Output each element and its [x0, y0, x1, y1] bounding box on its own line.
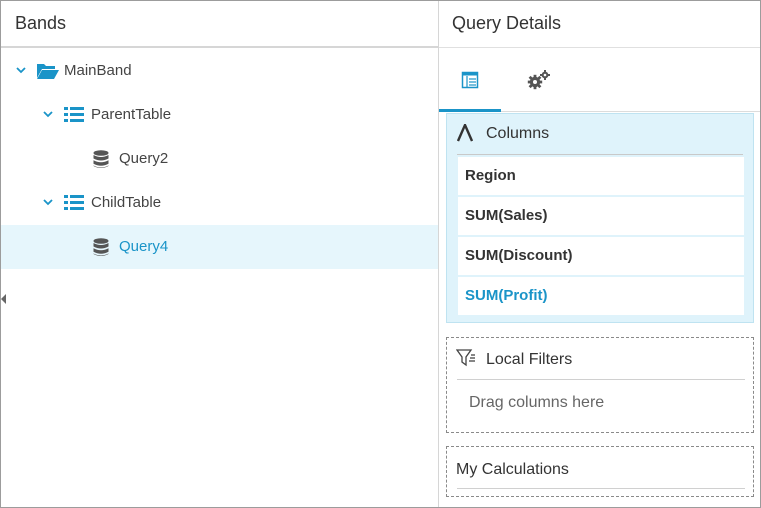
- column-item-sum-discount[interactable]: SUM(Discount): [458, 237, 744, 275]
- divider: [457, 154, 743, 155]
- tab-bar: [439, 48, 760, 112]
- filter-icon: [456, 349, 475, 367]
- bands-panel: Bands MainBand ParentTable Query2 ChildT…: [1, 1, 438, 507]
- tree-item-label: Query4: [119, 238, 169, 255]
- tree-item-parenttable[interactable]: ParentTable: [1, 93, 438, 137]
- local-filters-header: Local Filters: [447, 338, 753, 380]
- gears-icon: [527, 69, 550, 89]
- text-a-icon: [457, 124, 473, 142]
- database-icon: [93, 150, 109, 168]
- tab-settings[interactable]: [508, 48, 570, 111]
- divider: [457, 379, 745, 380]
- chevron-down-icon[interactable]: [15, 64, 27, 76]
- local-filters-section[interactable]: Local Filters Drag columns here: [446, 337, 754, 433]
- column-item-region[interactable]: Region: [458, 157, 744, 195]
- tab-query-fields[interactable]: [439, 48, 501, 112]
- table-list-icon: [64, 107, 84, 122]
- query-details-title: Query Details: [439, 1, 760, 48]
- tree-item-query4[interactable]: Query4: [1, 225, 438, 269]
- columns-title: Columns: [486, 125, 550, 142]
- folder-open-icon: [37, 64, 59, 79]
- column-item-sum-profit[interactable]: SUM(Profit): [458, 277, 744, 315]
- query-table-icon: [461, 71, 479, 88]
- my-calculations-title: My Calculations: [456, 461, 569, 478]
- my-calculations-header: My Calculations: [447, 447, 753, 489]
- local-filters-title: Local Filters: [486, 351, 573, 368]
- query-details-panel: Query Details Columns Region SUM(Sales) …: [439, 1, 760, 507]
- columns-section: Columns Region SUM(Sales) SUM(Discount) …: [446, 113, 754, 323]
- my-calculations-section[interactable]: My Calculations: [446, 446, 754, 497]
- bands-title: Bands: [1, 1, 438, 48]
- column-item-sum-sales[interactable]: SUM(Sales): [458, 197, 744, 235]
- divider: [457, 488, 745, 489]
- tree-item-label: Query2: [119, 150, 169, 167]
- tree-item-query2[interactable]: Query2: [1, 137, 438, 181]
- tree-item-childtable[interactable]: ChildTable: [1, 181, 438, 225]
- tree-item-label: MainBand: [64, 62, 132, 79]
- chevron-down-icon[interactable]: [42, 196, 54, 208]
- database-icon: [93, 238, 109, 256]
- tree-item-mainband[interactable]: MainBand: [1, 49, 438, 93]
- columns-header: Columns: [447, 114, 753, 154]
- drop-hint: Drag columns here: [469, 394, 605, 411]
- collapse-handle[interactable]: [1, 294, 6, 304]
- tree-item-label: ChildTable: [91, 194, 162, 211]
- tree-item-label: ParentTable: [91, 106, 172, 123]
- chevron-down-icon[interactable]: [42, 108, 54, 120]
- table-list-icon: [64, 195, 84, 210]
